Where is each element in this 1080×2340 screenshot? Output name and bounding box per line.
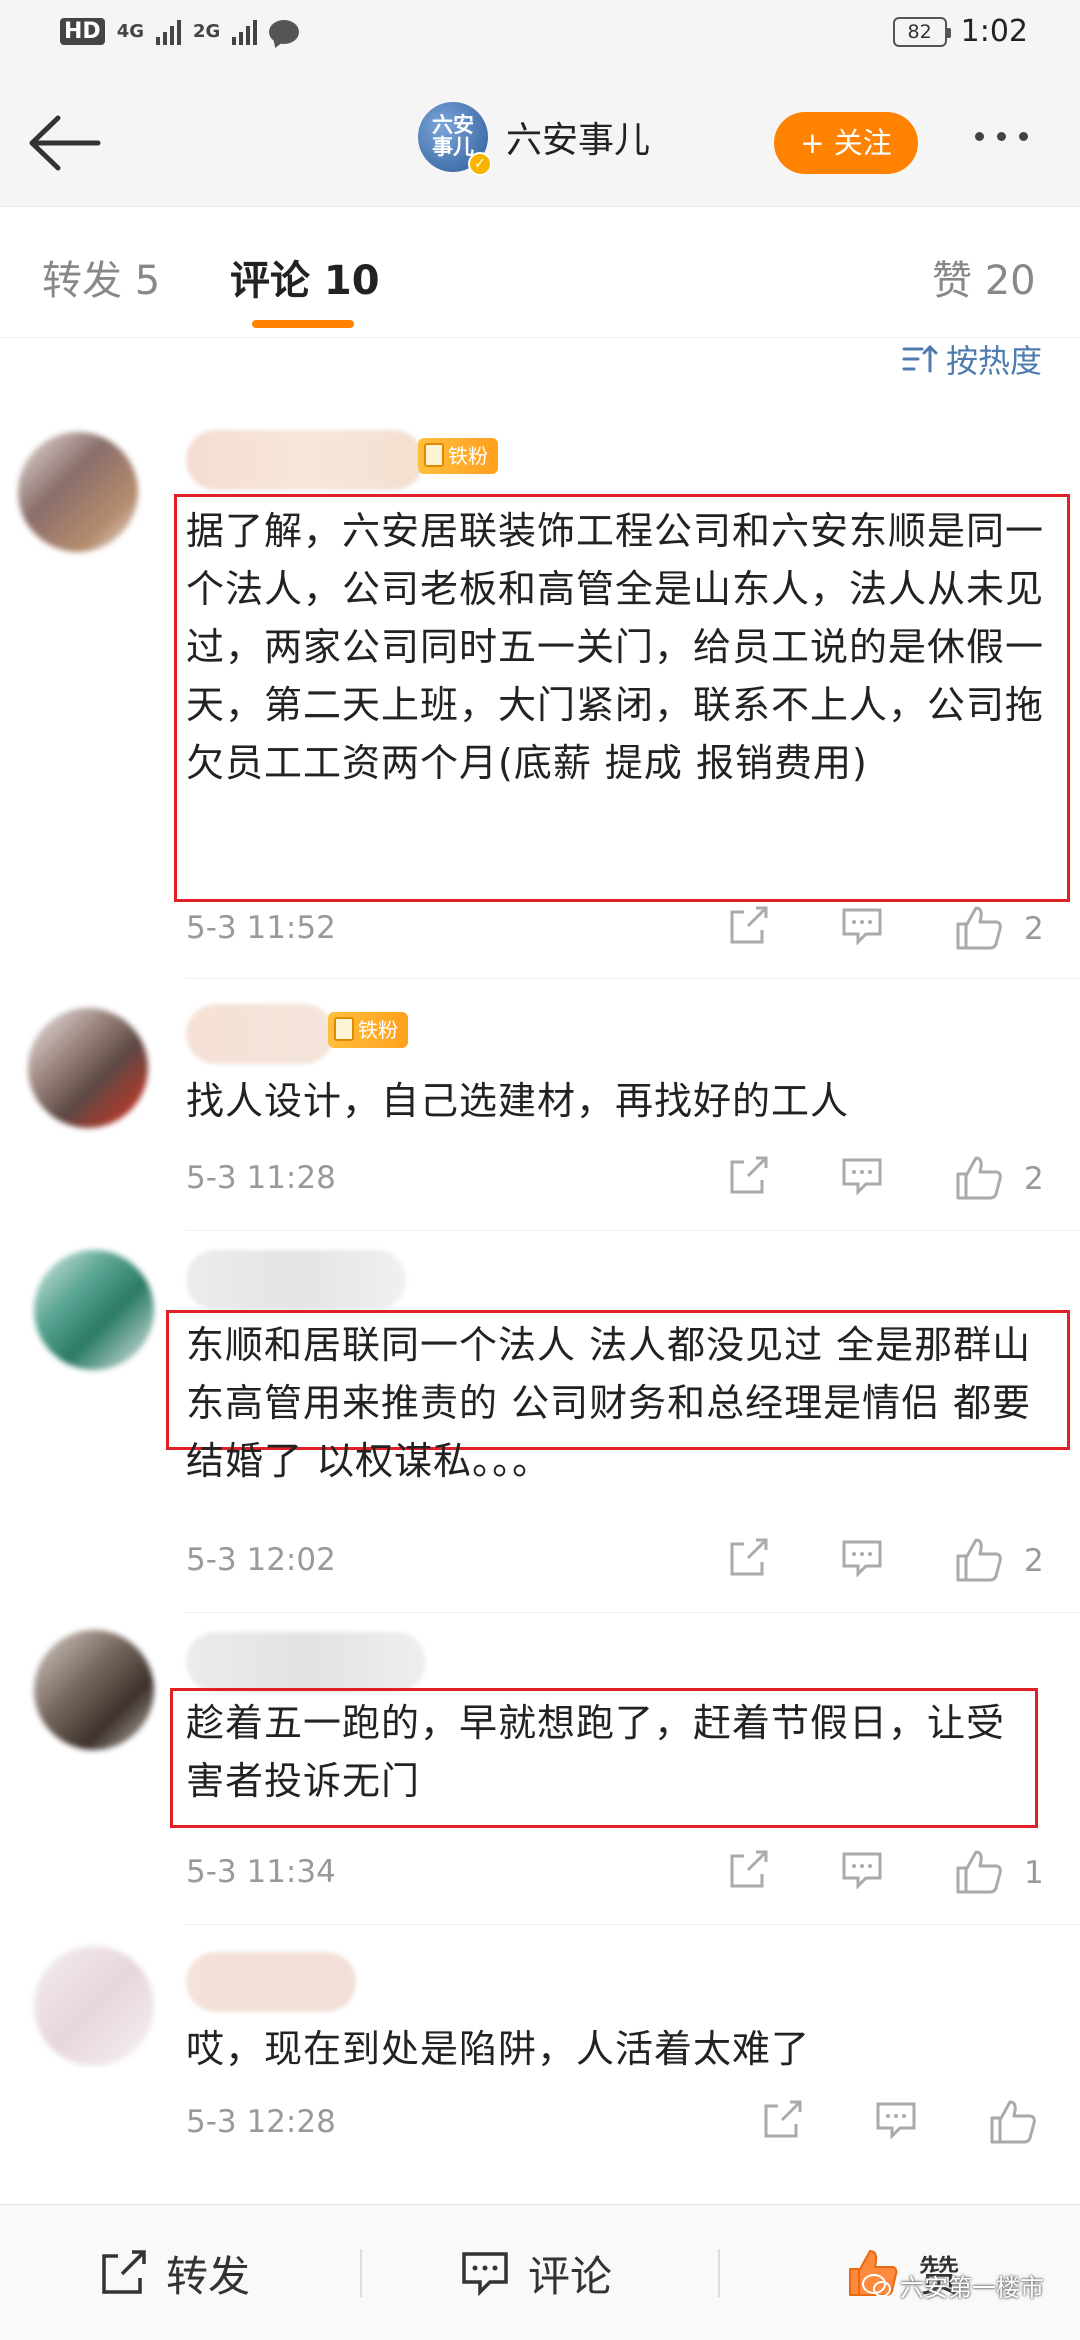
comment-avatar[interactable] [28, 1008, 148, 1128]
repost-label: 转发 [166, 2251, 251, 2301]
comment-button[interactable]: 评论 [460, 2205, 612, 2340]
reply-icon[interactable] [874, 2098, 930, 2148]
comment-icon [462, 2252, 508, 2297]
divider [186, 978, 1080, 979]
comment-text: 哎，现在到处是陷阱，人活着太难了 [186, 2027, 811, 2071]
comment-time: 5-3 12:28 [186, 2104, 336, 2140]
repost-icon [102, 2250, 146, 2294]
comment-text: 找人设计，自己选建材，再找好的工人 [186, 1079, 850, 1123]
like-count: 1 [1024, 1855, 1044, 1891]
account-profile[interactable]: 六安 事儿 ✓ 六安事儿 [418, 102, 650, 176]
fan-badge: 铁粉 [328, 1012, 408, 1048]
comment-actions: 2 [726, 1536, 1044, 1586]
status-right: 82 1:02 [892, 14, 1028, 49]
repost-icon[interactable] [760, 2098, 816, 2148]
reply-icon[interactable] [840, 1848, 896, 1898]
fan-badge: 铁粉 [418, 438, 498, 474]
reply-icon[interactable] [840, 904, 896, 954]
toolbar-divider [360, 2249, 362, 2297]
account-name[interactable]: 六安事儿 [506, 111, 650, 163]
signal-icon [156, 19, 181, 45]
comment-avatar[interactable] [34, 1630, 154, 1750]
divider [186, 1612, 1080, 1613]
tab-comments[interactable]: 评论 10 [230, 248, 380, 306]
comment-actions: 1 [726, 1848, 1044, 1898]
comment-time: 5-3 11:52 [186, 910, 336, 946]
watermark-text: 六安第一楼市 [900, 2274, 1044, 2302]
repost-icon[interactable] [726, 1536, 782, 1586]
comment-time: 5-3 11:34 [186, 1854, 336, 1890]
hd-indicator: HD [60, 18, 105, 45]
repost-icon[interactable] [726, 1848, 782, 1898]
comment-text: 东顺和居联同一个法人 法人都没见过 全是那群山东高管用来推责的 公司财务和总经理… [186, 1323, 1032, 1483]
reply-icon[interactable] [840, 1154, 896, 1204]
toolbar-divider [718, 2249, 720, 2297]
watermark: 六安第一楼市 [862, 2268, 1044, 2303]
commenter-name[interactable] [186, 430, 424, 490]
comment-text: 据了解，六安居联装饰工程公司和六安东顺是同一个法人，公司老板和高管全是山东人，法… [186, 509, 1045, 785]
tab-bar: 转发 5 评论 10 赞 20 [0, 208, 1080, 338]
like-count: 2 [1024, 911, 1044, 947]
sort-label: 按热度 [945, 342, 1042, 380]
comment-avatar[interactable] [34, 1250, 154, 1370]
commenter-name[interactable] [186, 1952, 356, 2012]
network-type-1: 4G [116, 21, 144, 42]
like-icon[interactable] [954, 1848, 1010, 1898]
repost-icon[interactable] [726, 1154, 782, 1204]
more-options-icon[interactable] [975, 132, 1028, 141]
comment-actions: 2 [726, 1154, 1044, 1204]
commenter-name[interactable] [186, 1632, 426, 1692]
like-count: 2 [1024, 1161, 1044, 1197]
tab-likes[interactable]: 赞 20 [932, 248, 1036, 306]
top-nav: 六安 事儿 ✓ 六安事儿 + 关注 [0, 72, 1080, 207]
like-count: 2 [1024, 1543, 1044, 1579]
comment-time: 5-3 12:02 [186, 1542, 336, 1578]
account-avatar[interactable]: 六安 事儿 ✓ [418, 102, 492, 176]
commenter-name[interactable] [186, 1250, 406, 1310]
reply-icon[interactable] [840, 1536, 896, 1586]
sort-icon [902, 344, 938, 373]
like-icon[interactable] [954, 1154, 1010, 1204]
fan-badge-label: 铁粉 [448, 444, 488, 468]
clock: 1:02 [960, 14, 1028, 49]
like-icon[interactable] [954, 904, 1010, 954]
status-bar: HD 4G 2G 82 1:02 [0, 0, 1080, 72]
comment-avatar[interactable] [34, 1946, 154, 2066]
fan-badge-icon [424, 443, 444, 467]
fan-badge-label: 铁粉 [358, 1018, 398, 1042]
active-tab-indicator [252, 320, 354, 328]
comment-actions [760, 2098, 1058, 2148]
repost-icon[interactable] [726, 904, 782, 954]
network-type-2: 2G [193, 21, 221, 42]
comment-time: 5-3 11:28 [186, 1160, 336, 1196]
divider [186, 1230, 1080, 1231]
message-icon [269, 19, 300, 44]
comment-label: 评论 [528, 2251, 613, 2301]
commenter-name[interactable] [186, 1004, 334, 1064]
like-icon[interactable] [988, 2098, 1044, 2148]
sort-by-hot-button[interactable]: 按热度 [902, 336, 1042, 382]
back-button[interactable] [24, 108, 104, 178]
fan-badge-icon [334, 1017, 354, 1041]
comment-text: 趁着五一跑的，早就想跑了，赶着节假日，让受害者投诉无门 [186, 1701, 1006, 1803]
like-icon[interactable] [954, 1536, 1010, 1586]
avatar-text-bottom: 事儿 [432, 135, 474, 159]
status-left: HD 4G 2G [60, 18, 300, 45]
divider [186, 1924, 1080, 1925]
repost-button[interactable]: 转发 [98, 2205, 250, 2340]
comment-actions: 2 [726, 904, 1044, 954]
back-arrow-icon [29, 115, 101, 171]
follow-button[interactable]: + 关注 [774, 112, 918, 174]
signal-icon-2 [232, 19, 258, 45]
verified-icon: ✓ [468, 152, 492, 176]
tab-reposts[interactable]: 转发 5 [42, 248, 160, 306]
battery-icon: 82 [892, 16, 951, 47]
comment-avatar[interactable] [18, 432, 138, 552]
wechat-icon [862, 2273, 891, 2297]
avatar-text-top: 六安 [432, 113, 474, 137]
